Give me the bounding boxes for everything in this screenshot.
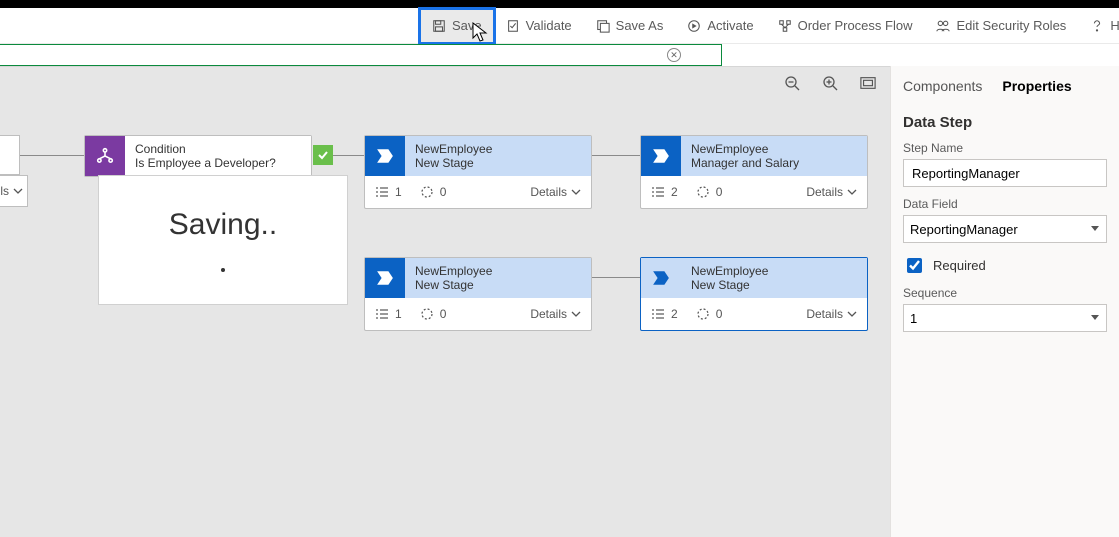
activate-button[interactable]: Activate: [675, 9, 765, 43]
validate-icon: [506, 19, 520, 33]
step-name-input[interactable]: [903, 159, 1107, 187]
sequence-select[interactable]: 1: [903, 304, 1107, 332]
tab-properties[interactable]: Properties: [1002, 78, 1071, 94]
validate-button[interactable]: Validate: [494, 9, 584, 43]
panel-section-title: Data Step: [903, 114, 1107, 131]
stage-icon: [365, 136, 405, 176]
status-message-bar: ✕: [0, 44, 722, 66]
condition-card[interactable]: Condition Is Employee a Developer?: [84, 135, 312, 177]
edit-security-roles-button[interactable]: Edit Security Roles: [924, 9, 1078, 43]
stage-card-3[interactable]: NewEmployee New Stage 1 0 Details: [364, 257, 592, 331]
condition-title: Condition: [135, 142, 301, 156]
data-field-select[interactable]: ReportingManager: [903, 215, 1107, 243]
details-toggle[interactable]: Details: [806, 307, 857, 321]
stage-card-4[interactable]: NewEmployee New Stage 2 0 Details: [640, 257, 868, 331]
properties-panel: Components Properties Data Step Step Nam…: [890, 66, 1119, 537]
condition-subtitle: Is Employee a Developer?: [135, 156, 301, 170]
sequence-label: Sequence: [903, 286, 1107, 300]
details-toggle[interactable]: Details: [806, 185, 857, 199]
stage-icon: [365, 258, 405, 298]
stage-icon: [641, 136, 681, 176]
order-icon: [778, 19, 792, 33]
saving-text: Saving..: [169, 208, 277, 242]
details-toggle[interactable]: Details: [530, 185, 581, 199]
activate-icon: [687, 19, 701, 33]
save-label: Save: [452, 18, 482, 33]
stage-card-partial[interactable]: [0, 135, 20, 175]
chevron-down-icon: [13, 186, 23, 196]
stage-card-2[interactable]: NewEmployee Manager and Salary 2 0 Detai…: [640, 135, 868, 209]
spinner-icon: [420, 185, 434, 199]
zoom-out-button[interactable]: [784, 75, 800, 94]
save-as-icon: [596, 19, 610, 33]
data-field-label: Data Field: [903, 197, 1107, 211]
security-roles-icon: [936, 19, 950, 33]
order-process-flow-button[interactable]: Order Process Flow: [766, 9, 925, 43]
saving-overlay: Saving..: [98, 175, 348, 305]
close-status-button[interactable]: ✕: [667, 48, 681, 62]
details-toggle[interactable]: Details: [530, 307, 581, 321]
condition-icon: [85, 136, 125, 176]
process-canvas[interactable]: ils Condition Is Employee a Developer?: [0, 66, 890, 537]
tab-components[interactable]: Components: [903, 78, 982, 94]
help-icon: [1090, 19, 1104, 33]
required-label: Required: [933, 258, 986, 273]
stage-icon: [641, 258, 681, 298]
zoom-in-button[interactable]: [822, 75, 838, 94]
step-name-label: Step Name: [903, 141, 1107, 155]
required-checkbox[interactable]: [907, 258, 922, 273]
stage-card-partial-footer[interactable]: ils: [0, 175, 28, 207]
save-icon: [432, 19, 446, 33]
fit-to-screen-button[interactable]: [860, 75, 876, 94]
stage-card-1[interactable]: NewEmployee New Stage 1 0 Details: [364, 135, 592, 209]
help-button[interactable]: Help: [1078, 9, 1119, 43]
condition-true-indicator: [313, 145, 333, 165]
steps-icon: [375, 185, 389, 199]
chevron-down-icon: [571, 187, 581, 197]
save-button[interactable]: Save: [420, 9, 494, 43]
save-as-button[interactable]: Save As: [584, 9, 676, 43]
saving-spinner-dot: [221, 268, 225, 272]
